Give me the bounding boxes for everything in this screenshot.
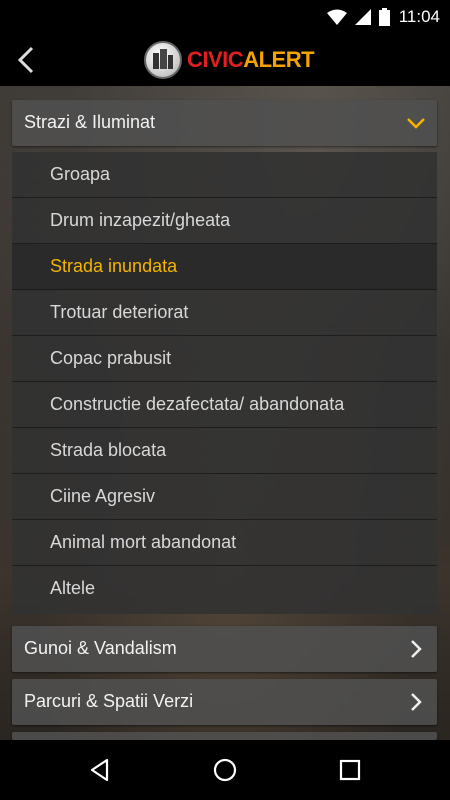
list-item[interactable]: Drum inzapezit/gheata [12,198,437,244]
building-logo-icon [144,41,182,79]
list-item[interactable]: Constructie dezafectata/ abandonata [12,382,437,428]
list-item[interactable]: Ciine Agresiv [12,474,437,520]
wifi-icon [327,9,347,25]
battery-icon [379,8,390,26]
navigation-bar [0,740,450,800]
recents-nav-icon[interactable] [336,756,364,784]
category-strazi-iluminat[interactable]: Strazi & Iluminat [12,100,437,146]
signal-icon [355,9,371,25]
list-item[interactable]: Strada blocata [12,428,437,474]
subcategory-list: Groapa Drum inzapezit/gheata Strada inun… [12,152,437,614]
chevron-down-icon [407,118,425,129]
app-bar: CIVICALERT [0,34,450,86]
list-item[interactable]: Groapa [12,152,437,198]
category-partial[interactable] [12,732,437,740]
logo-text-alert: ALERT [243,47,315,72]
category-gunoi-vandalism[interactable]: Gunoi & Vandalism [12,626,437,672]
app-logo: CIVICALERT [144,40,315,80]
list-item[interactable]: Animal mort abandonat [12,520,437,566]
back-arrow-icon[interactable] [12,44,42,76]
status-time: 11:04 [398,7,440,26]
category-label: Gunoi & Vandalism [24,638,177,658]
logo-text-civic: CIVIC [187,47,244,72]
home-nav-icon[interactable] [211,756,239,784]
chevron-right-icon [411,640,422,658]
chevron-right-icon [411,693,422,711]
back-nav-icon[interactable] [86,756,114,784]
category-label: Strazi & Iluminat [24,112,156,132]
status-bar: 11:04 [0,0,450,34]
category-label: Parcuri & Spatii Verzi [24,691,194,711]
list-item[interactable]: Trotuar deteriorat [12,290,437,336]
category-parcuri-spatii-verzi[interactable]: Parcuri & Spatii Verzi [12,679,437,725]
list-item-selected[interactable]: Strada inundata [12,244,437,290]
list-item[interactable]: Altele [12,566,437,612]
list-item[interactable]: Copac prabusit [12,336,437,382]
